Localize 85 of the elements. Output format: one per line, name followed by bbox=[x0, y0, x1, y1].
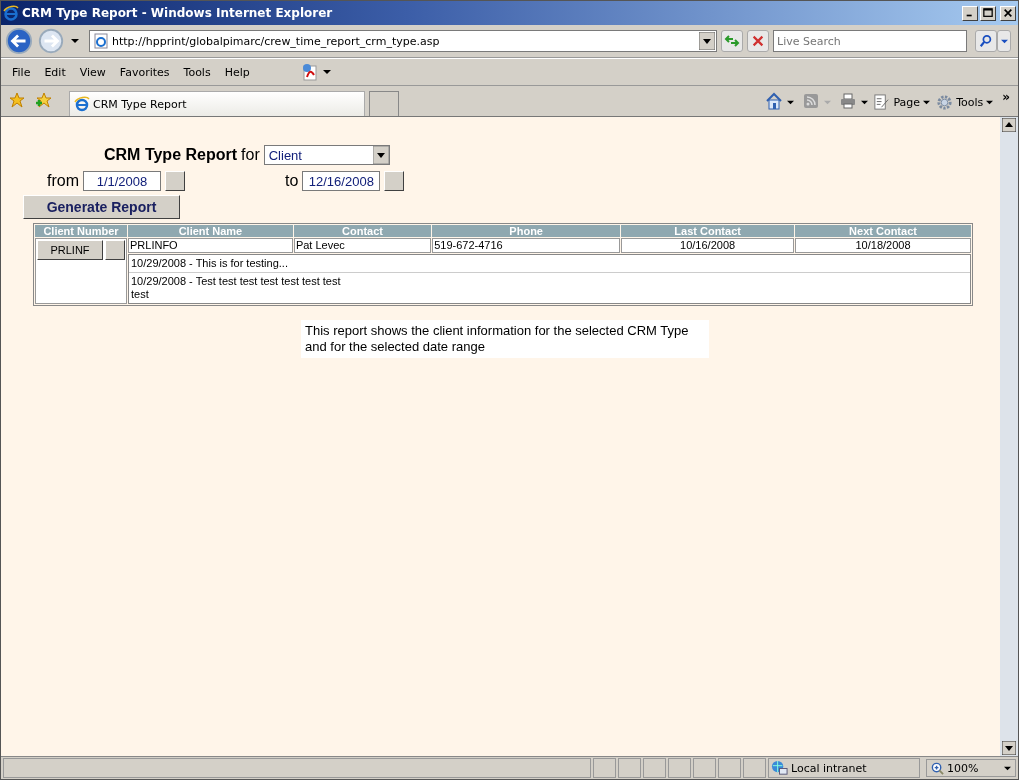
dropdown-icon[interactable] bbox=[861, 99, 869, 106]
history-dropdown-icon[interactable] bbox=[71, 37, 79, 45]
scroll-down-button[interactable] bbox=[1002, 741, 1016, 755]
browser-logo-icon bbox=[74, 96, 90, 112]
tools-menu-button[interactable]: Tools bbox=[933, 94, 997, 111]
to-label: to bbox=[285, 172, 299, 190]
column-header: Phone bbox=[432, 225, 621, 237]
status-bar-panel bbox=[643, 758, 666, 778]
zoom-button[interactable]: 100% bbox=[926, 759, 1016, 777]
security-zone: Local intranet bbox=[791, 761, 867, 775]
to-date-field[interactable]: 12/16/2008 bbox=[302, 171, 381, 191]
scroll-up-button[interactable] bbox=[1002, 118, 1016, 132]
more-button[interactable]: » bbox=[1002, 90, 1010, 104]
status-bar-panel bbox=[693, 758, 716, 778]
status-bar-panel bbox=[618, 758, 641, 778]
printer-icon[interactable] bbox=[839, 92, 858, 110]
network-icon bbox=[771, 759, 788, 777]
menu-item[interactable]: View bbox=[72, 65, 113, 79]
close-icon bbox=[1003, 8, 1013, 18]
caret-icon bbox=[923, 99, 931, 106]
column-header: Last Contact bbox=[621, 225, 794, 237]
menu-item[interactable]: Tools bbox=[176, 65, 218, 79]
status-bar-panel bbox=[718, 758, 741, 778]
back-button[interactable] bbox=[5, 27, 33, 55]
minimize-button[interactable] bbox=[962, 5, 978, 21]
table-cell: 10/18/2008 bbox=[795, 238, 971, 253]
table-cell: 519-672-4716 bbox=[432, 238, 621, 253]
window-title: CRM Type Report - Windows Internet Explorer bbox=[22, 6, 334, 20]
note-entry: 10/29/2008 - This is for testing... bbox=[130, 256, 289, 271]
table-cell: Pat Levec bbox=[293, 238, 432, 253]
dropdown-icon bbox=[372, 146, 389, 164]
pdf-icon[interactable] bbox=[300, 63, 319, 81]
dropdown-icon bbox=[1000, 37, 1008, 45]
maximize-icon bbox=[983, 8, 993, 18]
dropdown-icon[interactable] bbox=[787, 99, 795, 106]
browser-logo-icon bbox=[3, 5, 19, 21]
table-cell: PRLINFO bbox=[128, 238, 293, 253]
calendar-button[interactable] bbox=[384, 171, 405, 191]
address-field[interactable]: http://hpprint/globalpimarc/crew_time_report_crm_type.asp bbox=[89, 30, 717, 52]
report-description: This report shows the client information for the selected CRM Type and for the selected date range bbox=[301, 320, 709, 358]
column-header: Client Name bbox=[128, 225, 293, 237]
crm-type-select[interactable]: Client bbox=[263, 145, 390, 165]
search-options-button[interactable] bbox=[997, 30, 1011, 52]
from-label: from bbox=[47, 172, 79, 190]
generate-report-button[interactable]: Generate Report bbox=[23, 195, 180, 219]
table-cell: 10/16/2008 bbox=[621, 238, 794, 253]
menu-item[interactable]: Help bbox=[217, 65, 257, 79]
for-label: for bbox=[241, 146, 260, 164]
search-button[interactable] bbox=[975, 30, 997, 52]
page-menu-button[interactable]: Page bbox=[870, 94, 934, 111]
report-heading: CRM Type Report bbox=[104, 146, 238, 164]
search-field[interactable]: Live Search bbox=[773, 30, 967, 52]
stop-button[interactable] bbox=[747, 30, 769, 52]
home-icon[interactable] bbox=[765, 92, 784, 110]
menu-item[interactable]: Edit bbox=[37, 65, 73, 79]
details-button[interactable] bbox=[105, 240, 125, 260]
column-header: Next Contact bbox=[795, 225, 971, 237]
caret-icon bbox=[1004, 764, 1011, 772]
note-entry: 10/29/2008 - Test test test test test test test test bbox=[129, 272, 970, 303]
search-icon bbox=[979, 34, 993, 48]
address-dropdown-icon[interactable] bbox=[699, 32, 715, 50]
menu-item[interactable]: File bbox=[5, 65, 38, 79]
status-bar-panel bbox=[593, 758, 616, 778]
maximize-button[interactable] bbox=[980, 5, 996, 21]
client-number-button[interactable]: PRLINF bbox=[37, 240, 103, 260]
menu-item[interactable]: Favorites bbox=[112, 65, 177, 79]
gear-icon bbox=[936, 94, 954, 111]
caret-icon bbox=[986, 99, 994, 106]
vertical-scrollbar[interactable] bbox=[1000, 117, 1018, 756]
from-date-field[interactable]: 1/1/2008 bbox=[83, 171, 161, 191]
page-icon bbox=[93, 33, 109, 49]
refresh-icon bbox=[724, 33, 740, 49]
star-icon[interactable] bbox=[9, 92, 25, 108]
refresh-button[interactable] bbox=[721, 30, 743, 52]
stop-icon bbox=[751, 34, 765, 48]
status-bar-panel bbox=[668, 758, 691, 778]
browser-tab[interactable]: CRM Type Report bbox=[69, 91, 365, 116]
dropdown-icon[interactable] bbox=[322, 68, 331, 76]
status-bar-panel bbox=[743, 758, 766, 778]
calendar-button[interactable] bbox=[165, 171, 185, 191]
document-icon bbox=[873, 94, 891, 111]
zoom-icon bbox=[931, 761, 944, 775]
column-header: Client Number bbox=[35, 225, 127, 237]
close-button[interactable] bbox=[1000, 5, 1016, 21]
column-header: Contact bbox=[293, 225, 432, 237]
